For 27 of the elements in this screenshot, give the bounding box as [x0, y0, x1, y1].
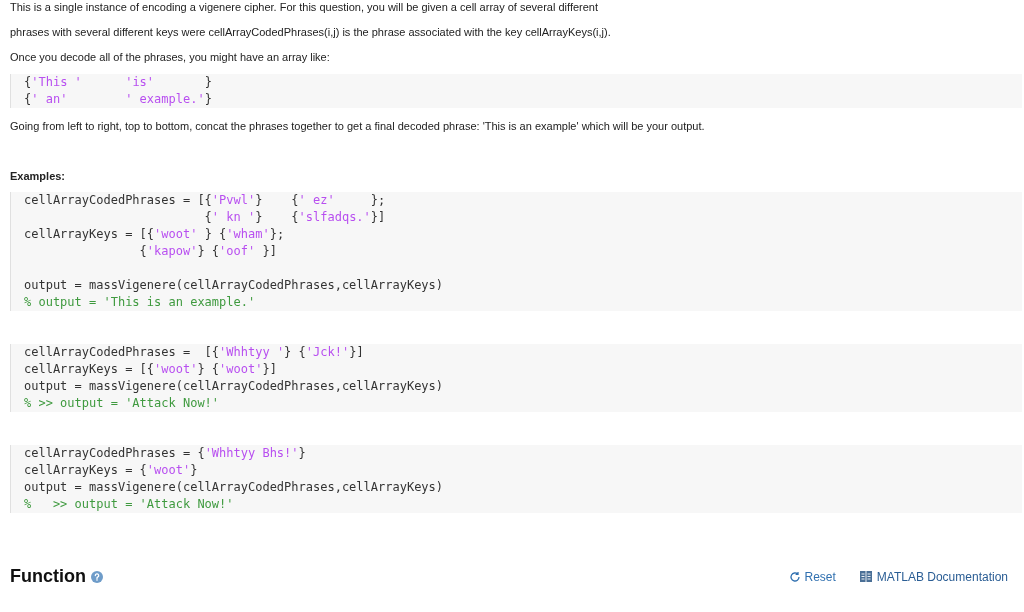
reset-link[interactable]: Reset — [789, 567, 836, 586]
code-line: cellArrayCodedPhrases = [{'Pvwl'} {' ez' }; — [24, 192, 386, 209]
code-line: cellArrayKeys = [{'woot'} {'woot'}] — [24, 361, 277, 378]
code-line: {'This ' 'is' } — [24, 74, 212, 91]
code-line: cellArrayKeys = [{'woot' } {'wham'}; — [24, 226, 285, 243]
paragraph: Once you decode all of the phrases, you might have an array like: — [10, 50, 331, 64]
code-line: output = massVigenere(cellArrayCodedPhrases,cellArrayKeys) — [24, 277, 444, 294]
code-line: output = massVigenere(cellArrayCodedPhrases,cellArrayKeys) — [24, 479, 444, 496]
paragraph: Going from left to right, top to bottom, concat the phrases together to get a final decoded phrase: 'This is an example' which will be your output. — [10, 119, 706, 133]
paragraph: phrases with several different keys were cellArrayCodedPhrases(i,j) is the phrase associated with the key cellArrayKeys(i,j). — [10, 25, 612, 39]
rotate-icon — [789, 570, 802, 583]
book-icon — [859, 571, 872, 582]
help-icon[interactable] — [91, 570, 103, 583]
code-line: % >> output = 'Attack Now!' — [24, 496, 234, 513]
documentation-link[interactable]: MATLAB Documentation — [859, 567, 1008, 586]
code-line: cellArrayCodedPhrases = {'Whhtyy Bhs!'} — [24, 445, 306, 462]
paragraph: This is a single instance of encoding a vigenere cipher. For this question, you will be given a cell array of several different — [10, 0, 599, 14]
code-line: % >> output = 'Attack Now!' — [24, 395, 220, 412]
code-line: {' kn '} {'slfadqs.'}] — [203, 209, 386, 226]
code-line: cellArrayCodedPhrases = [{'Whhtyy '} {'Jck!'}] — [24, 344, 364, 361]
code-line: {'kapow'} {'oof' }] — [138, 243, 277, 260]
code-line: output = massVigenere(cellArrayCodedPhrases,cellArrayKeys) — [24, 378, 444, 395]
examples-heading: Examples: — [10, 169, 67, 183]
code-line: {' an' ' example.'} — [24, 91, 212, 108]
code-line: % output = 'This is an example.' — [24, 294, 256, 311]
section-title: Function — [10, 565, 86, 588]
code-line: cellArrayKeys = {'woot'} — [24, 462, 198, 479]
